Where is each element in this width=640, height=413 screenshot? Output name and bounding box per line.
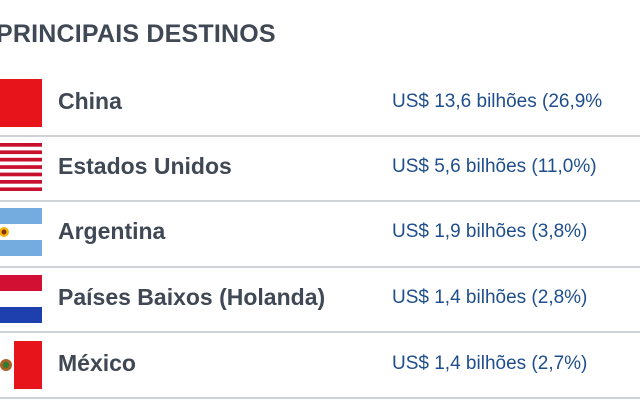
netherlands-flag-icon (0, 275, 42, 323)
row-divider (0, 397, 640, 399)
row-divider (0, 266, 640, 268)
country-name-china: China (58, 88, 122, 114)
argentina-flag-icon (0, 208, 42, 256)
mexico-flag-icon (0, 341, 42, 389)
country-name-mexico: México (58, 350, 136, 376)
row-divider (0, 200, 640, 202)
export-value-china: US$ 13,6 bilhões (26,9% (392, 91, 603, 112)
country-name-usa: Estados Unidos (58, 153, 232, 179)
export-value-argentina: US$ 1,9 bilhões (3,8%) (392, 221, 588, 242)
panel-title: PRINCIPAIS DESTINOS (0, 20, 276, 48)
export-value-usa: US$ 5,6 bilhões (11,0%) (392, 156, 597, 177)
export-value-netherlands: US$ 1,4 bilhões (2,8%) (392, 287, 588, 308)
country-name-argentina: Argentina (58, 218, 166, 244)
china-flag-icon (0, 79, 42, 127)
country-name-netherlands: Países Baixos (Holanda) (58, 284, 326, 310)
row-divider (0, 135, 640, 137)
usa-flag-icon (0, 143, 42, 191)
row-divider (0, 331, 640, 333)
export-value-mexico: US$ 1,4 bilhões (2,7%) (392, 353, 588, 374)
